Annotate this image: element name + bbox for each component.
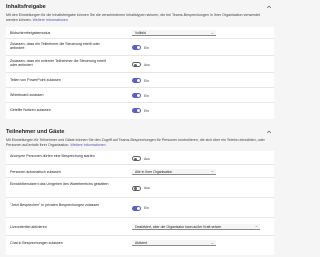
chevron-down-icon — [211, 242, 214, 244]
chevron-down-icon — [211, 170, 214, 173]
select-value: Alle in Ihrer Organisation — [135, 169, 173, 174]
setting-row: Chat in Besprechungen zulassen Aktiviert — [6, 236, 274, 253]
content-sharing-header[interactable]: Inhaltsfreigabe — [6, 4, 274, 10]
section-description: Mit den Einstellungen für die Inhaltsfre… — [6, 13, 261, 22]
toggle-switch[interactable] — [132, 45, 141, 50]
learn-more-link[interactable]: Weitere Informationen — [33, 18, 68, 22]
toggle-state: Ein — [144, 78, 149, 83]
toggle-state: Aus — [144, 186, 150, 190]
toggle-switch[interactable] — [132, 78, 141, 83]
section-description: Mit Einstellungen für Teilnehmer und Gäs… — [6, 138, 265, 147]
setting-label: Geteilte Notizen zulassen — [10, 108, 51, 112]
setting-label: Personen automatisch zulassen — [10, 169, 61, 174]
toggle-switch[interactable] — [132, 156, 141, 161]
setting-label: Chat in Besprechungen zulassen — [10, 241, 63, 245]
setting-label: Anonyme Personen dürfen eine Besprechung… — [10, 154, 95, 158]
setting-row: Teilen von PowerPoint zulassen Ein — [6, 73, 274, 88]
setting-row: Bildschirmfreigabemodus Vollbild — [6, 27, 274, 39]
toggle-switch[interactable] — [132, 93, 141, 98]
participants-card: Anonyme Personen dürfen eine Besprechung… — [6, 151, 274, 255]
section-title: Teilnehmer und Gäste — [6, 129, 65, 135]
live-captions-select[interactable]: Deaktiviert, aber der Organisator kann a… — [132, 223, 260, 230]
toggle-state: Ein — [144, 93, 149, 98]
setting-row: Personen automatisch zulassen Alle in Ih… — [6, 165, 274, 178]
setting-label: Teilen von PowerPoint zulassen — [10, 78, 61, 82]
setting-row: Whiteboard zulassen Ein — [6, 88, 274, 103]
setting-label: "Jetzt Besprechen" in privaten Besprechu… — [10, 203, 100, 207]
screen-sharing-mode-select[interactable]: Vollbild — [132, 30, 216, 36]
select-value: Aktiviert — [135, 241, 148, 245]
toggle-state: Ein — [144, 45, 149, 50]
setting-label: Einwählbenutzern das Umgehen des Wartebe… — [10, 182, 109, 186]
setting-label: Zulassen, dass ein externer Teilnehmer d… — [10, 59, 106, 68]
participants-header[interactable]: Teilnehmer und Gäste — [6, 129, 274, 135]
toggle-switch[interactable] — [132, 185, 141, 191]
setting-label: Zulassen, dass ein Teilnehmer die Steuer… — [10, 42, 100, 51]
chevron-down-icon — [211, 32, 214, 34]
setting-label: Bildschirmfreigabemodus — [10, 31, 51, 35]
chevron-down-icon — [255, 225, 258, 228]
toggle-state: Aus — [144, 156, 150, 161]
setting-row: Liveuntertitel aktivieren Deaktiviert, a… — [6, 218, 274, 236]
setting-row: Einwählbenutzern das Umgehen des Wartebe… — [6, 178, 274, 198]
setting-label: Liveuntertitel aktivieren — [10, 224, 47, 229]
participants-section: Teilnehmer und Gäste Mit Einstellungen f… — [0, 124, 280, 257]
meeting-chat-select[interactable]: Aktiviert — [132, 240, 216, 246]
setting-row: "Jetzt Besprechen" in privaten Besprechu… — [6, 198, 274, 218]
content-sharing-card: Bildschirmfreigabemodus Vollbild Zulasse… — [6, 27, 274, 119]
toggle-switch[interactable] — [132, 205, 141, 211]
chevron-up-icon[interactable] — [266, 129, 272, 135]
learn-more-link[interactable]: Weitere Informationen — [70, 143, 105, 147]
chevron-up-icon[interactable] — [266, 4, 272, 10]
toggle-state: Ein — [144, 206, 149, 210]
toggle-switch[interactable] — [132, 108, 141, 113]
setting-row: Zulassen, dass ein Teilnehmer die Steuer… — [6, 39, 274, 56]
toggle-state: Aus — [144, 62, 150, 67]
toggle-state: Ein — [144, 108, 149, 113]
setting-row: Geteilte Notizen zulassen Ein — [6, 103, 274, 119]
setting-row: Zulassen, dass ein externer Teilnehmer d… — [6, 56, 274, 73]
select-value: Vollbild — [135, 31, 146, 35]
section-title: Inhaltsfreigabe — [6, 4, 46, 10]
setting-label: Whiteboard zulassen — [10, 93, 44, 97]
auto-admit-select[interactable]: Alle in Ihrer Organisation — [132, 168, 216, 175]
toggle-switch[interactable] — [132, 62, 141, 67]
setting-row: Anonyme Personen dürfen eine Besprechung… — [6, 151, 274, 165]
select-value: Deaktiviert, aber der Organisator kann a… — [135, 224, 222, 229]
content-sharing-section: Inhaltsfreigabe Mit den Einstellungen fü… — [0, 0, 280, 122]
